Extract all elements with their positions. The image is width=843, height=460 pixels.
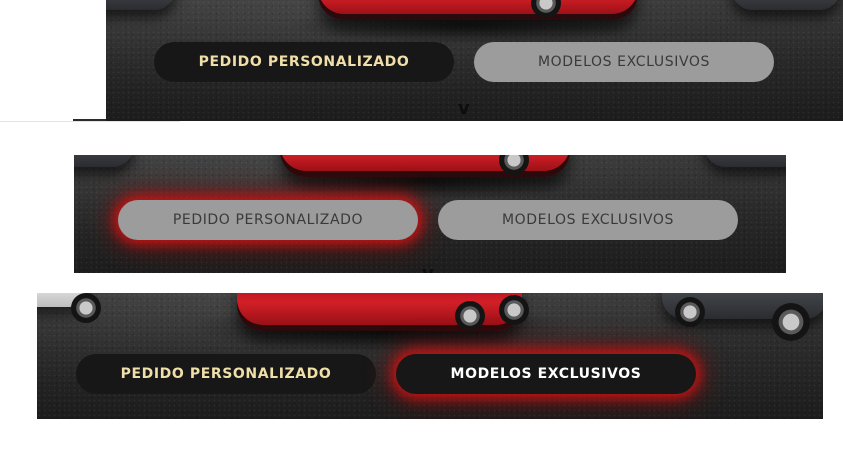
modelos-exclusivos-button[interactable]: MODELOS EXCLUSIVOS: [396, 354, 696, 394]
button-label: MODELOS EXCLUSIVOS: [450, 366, 642, 382]
button-label: MODELOS EXCLUSIVOS: [538, 54, 710, 70]
car-wheel: [772, 303, 810, 341]
banner-panel-1: PEDIDO PERSONALIZADO MODELOS EXCLUSIVOS …: [106, 0, 843, 121]
pedido-personalizado-button[interactable]: PEDIDO PERSONALIZADO: [76, 354, 376, 394]
pedido-personalizado-button[interactable]: PEDIDO PERSONALIZADO: [118, 200, 418, 240]
banner-panel-2: PEDIDO PERSONALIZADO MODELOS EXCLUSIVOS …: [74, 155, 786, 273]
car-wheel: [675, 297, 705, 327]
chevron-down-icon[interactable]: v: [458, 100, 470, 118]
button-label: PEDIDO PERSONALIZADO: [120, 366, 332, 382]
button-label: MODELOS EXCLUSIVOS: [502, 212, 674, 228]
modelos-exclusivos-button[interactable]: MODELOS EXCLUSIVOS: [438, 200, 738, 240]
button-label: PEDIDO PERSONALIZADO: [198, 54, 410, 70]
modelos-exclusivos-button[interactable]: MODELOS EXCLUSIVOS: [474, 42, 774, 82]
red-car-image: [318, 0, 638, 20]
dark-car-image: [731, 0, 841, 10]
dark-car-image: [106, 0, 176, 10]
banner-panel-3: PEDIDO PERSONALIZADO MODELOS EXCLUSIVOS: [37, 293, 823, 419]
dark-car-image: [704, 155, 786, 167]
dark-car-image: [74, 155, 134, 167]
car-wheel: [455, 301, 485, 331]
pedido-personalizado-button[interactable]: PEDIDO PERSONALIZADO: [154, 42, 454, 82]
car-wheel: [71, 293, 101, 323]
divider: [0, 121, 180, 122]
divider: [73, 119, 106, 121]
button-label: PEDIDO PERSONALIZADO: [172, 212, 364, 228]
chevron-down-icon[interactable]: v: [422, 265, 434, 274]
car-wheel: [499, 295, 529, 325]
